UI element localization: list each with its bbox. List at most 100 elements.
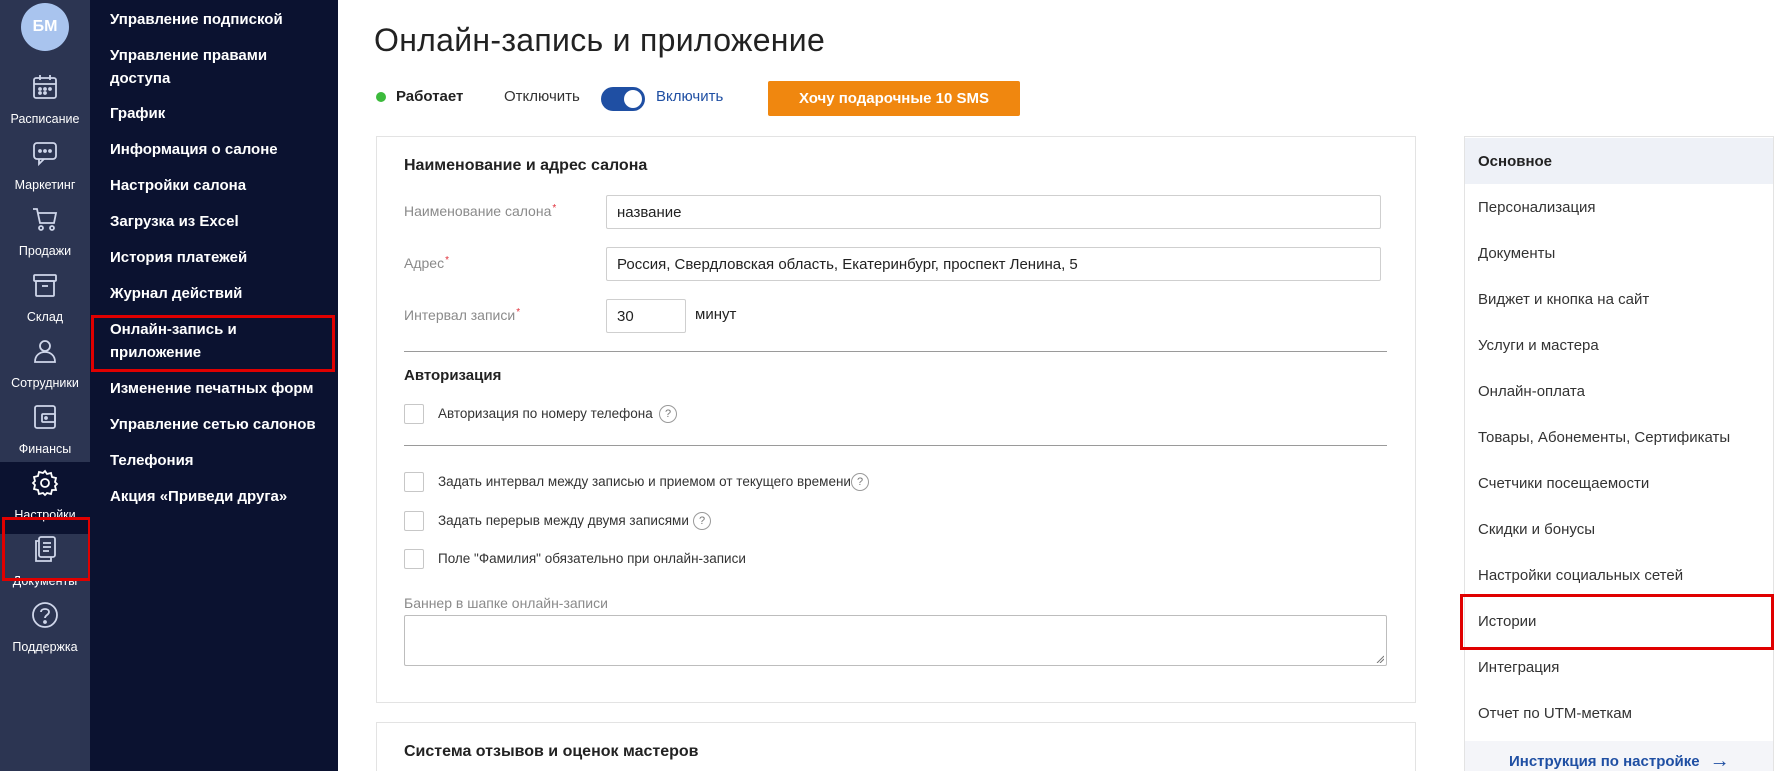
arrow-right-icon: → bbox=[1709, 749, 1730, 771]
documents-icon bbox=[30, 534, 60, 569]
rail-item-documents[interactable]: Документы bbox=[0, 528, 90, 600]
settings-section-nav: Основное Персонализация Документы Виджет… bbox=[1464, 136, 1774, 771]
rail-item-sales[interactable]: Продажи bbox=[0, 198, 90, 270]
resize-handle-icon[interactable] bbox=[1376, 655, 1384, 663]
rail-item-staff[interactable]: Сотрудники bbox=[0, 330, 90, 402]
rail-label: Настройки bbox=[14, 508, 76, 522]
auth-phone-checkbox[interactable] bbox=[404, 404, 424, 424]
section-title-reviews: Система отзывов и оценок мастеров bbox=[404, 743, 699, 760]
rail-label: Сотрудники bbox=[11, 376, 79, 390]
reviews-card: Система отзывов и оценок мастеров bbox=[376, 722, 1416, 771]
rail-label: Документы bbox=[12, 574, 78, 588]
address-input[interactable] bbox=[606, 247, 1381, 281]
required-mark: * bbox=[552, 203, 557, 214]
rail-label: Поддержка bbox=[12, 640, 78, 654]
rnav-item-main[interactable]: Основное bbox=[1465, 138, 1773, 184]
icon-rail: БМ Расписание Маркетинг Продажи Склад Со… bbox=[0, 0, 90, 771]
rail-item-finance[interactable]: Финансы bbox=[0, 396, 90, 468]
help-icon[interactable]: ? bbox=[851, 473, 869, 491]
avatar[interactable]: БМ bbox=[21, 3, 69, 51]
rnav-item-services[interactable]: Услуги и мастера bbox=[1465, 322, 1773, 368]
interval-option-checkbox[interactable] bbox=[404, 472, 424, 492]
auth-phone-label: Авторизация по номеру телефона bbox=[438, 406, 653, 421]
rail-item-schedule[interactable]: Расписание bbox=[0, 66, 90, 138]
rnav-item-documents[interactable]: Документы bbox=[1465, 230, 1773, 276]
booking-toggle[interactable] bbox=[601, 87, 645, 111]
rail-item-support[interactable]: Поддержка bbox=[0, 594, 90, 666]
rail-item-warehouse[interactable]: Склад bbox=[0, 264, 90, 336]
rail-label: Маркетинг bbox=[14, 178, 76, 192]
help-icon bbox=[30, 600, 60, 635]
gear-icon bbox=[30, 468, 60, 503]
box-icon bbox=[30, 270, 60, 305]
setup-guide-link[interactable]: Инструкция по настройке → bbox=[1465, 741, 1773, 771]
auth-title: Авторизация bbox=[404, 367, 502, 384]
rnav-item-social[interactable]: Настройки социальных сетей bbox=[1465, 552, 1773, 598]
rnav-item-widget[interactable]: Виджет и кнопка на сайт bbox=[1465, 276, 1773, 322]
app-root: БМ Расписание Маркетинг Продажи Склад Со… bbox=[0, 0, 1783, 771]
rnav-item-integration[interactable]: Интеграция bbox=[1465, 644, 1773, 690]
rail-label: Финансы bbox=[18, 442, 72, 456]
submenu-item-subscription[interactable]: Управление подпиской bbox=[110, 8, 330, 31]
break-option-label: Задать перерыв между двумя записями bbox=[438, 513, 689, 528]
surname-option-label: Поле "Фамилия" обязательно при онлайн-за… bbox=[438, 551, 746, 566]
rail-item-marketing[interactable]: Маркетинг bbox=[0, 132, 90, 204]
salon-name-label: Наименование салона* bbox=[404, 203, 557, 219]
break-option-checkbox[interactable] bbox=[404, 511, 424, 531]
rnav-item-stories[interactable]: Истории bbox=[1465, 598, 1773, 644]
submenu-item-payment-history[interactable]: История платежей bbox=[110, 246, 330, 269]
submenu-item-print-forms[interactable]: Изменение печатных форм bbox=[110, 377, 330, 400]
submenu-item-referral[interactable]: Акция «Приведи друга» bbox=[110, 485, 330, 508]
submenu-item-online-booking[interactable]: Онлайн-запись и приложение bbox=[110, 318, 330, 364]
interval-label: Интервал записи* bbox=[404, 307, 521, 323]
chat-icon bbox=[30, 138, 60, 173]
disable-label[interactable]: Отключить bbox=[504, 88, 580, 105]
interval-unit: минут bbox=[695, 306, 737, 323]
rail-label: Склад bbox=[26, 310, 64, 324]
rnav-item-counters[interactable]: Счетчики посещаемости bbox=[1465, 460, 1773, 506]
banner-label: Баннер в шапке онлайн-записи bbox=[404, 595, 608, 611]
toggle-knob bbox=[624, 90, 642, 108]
cart-icon bbox=[30, 204, 60, 239]
submenu-item-salon-network[interactable]: Управление сетью салонов bbox=[110, 413, 330, 436]
section-title-name-address: Наименование и адрес салона bbox=[404, 157, 648, 174]
calendar-icon bbox=[30, 72, 60, 107]
status-dot-icon bbox=[376, 92, 386, 102]
rnav-item-goods[interactable]: Товары, Абонементы, Сертификаты bbox=[1465, 414, 1773, 460]
setup-guide-label: Инструкция по настройке bbox=[1509, 752, 1700, 770]
submenu-item-salon-info[interactable]: Информация о салоне bbox=[110, 138, 330, 161]
page-title: Онлайн-запись и приложение bbox=[374, 22, 826, 58]
submenu-item-schedule[interactable]: График bbox=[110, 102, 330, 125]
surname-option-checkbox[interactable] bbox=[404, 549, 424, 569]
required-mark: * bbox=[445, 255, 449, 266]
help-icon[interactable]: ? bbox=[693, 512, 711, 530]
person-icon bbox=[30, 336, 60, 371]
help-icon[interactable]: ? bbox=[659, 405, 677, 423]
gift-sms-button[interactable]: Хочу подарочные 10 SMS bbox=[768, 81, 1020, 116]
submenu-item-salon-settings[interactable]: Настройки салона bbox=[110, 174, 330, 197]
submenu-item-excel-import[interactable]: Загрузка из Excel bbox=[110, 210, 330, 233]
rnav-item-utm-report[interactable]: Отчет по UTM-меткам bbox=[1465, 690, 1773, 736]
interval-input[interactable] bbox=[606, 299, 686, 333]
status-label: Работает bbox=[396, 88, 464, 105]
divider bbox=[404, 351, 1387, 352]
divider bbox=[404, 445, 1387, 446]
rnav-item-online-payment[interactable]: Онлайн-оплата bbox=[1465, 368, 1773, 414]
address-label: Адрес* bbox=[404, 255, 449, 271]
submenu-item-telephony[interactable]: Телефония bbox=[110, 449, 330, 472]
rnav-item-discounts[interactable]: Скидки и бонусы bbox=[1465, 506, 1773, 552]
wallet-icon bbox=[30, 402, 60, 437]
rnav-item-personalization[interactable]: Персонализация bbox=[1465, 184, 1773, 230]
required-mark: * bbox=[516, 307, 521, 318]
rail-label: Продажи bbox=[18, 244, 72, 258]
submenu-item-access-rights[interactable]: Управление правами доступа bbox=[110, 44, 330, 90]
rail-item-settings[interactable]: Настройки bbox=[0, 462, 90, 534]
rail-label: Расписание bbox=[10, 112, 80, 126]
banner-textarea[interactable] bbox=[404, 615, 1387, 666]
settings-submenu: Управление подпиской Управление правами … bbox=[90, 0, 338, 771]
salon-name-input[interactable] bbox=[606, 195, 1381, 229]
submenu-item-activity-log[interactable]: Журнал действий bbox=[110, 282, 330, 305]
interval-option-label: Задать интервал между записью и приемом … bbox=[438, 474, 851, 489]
enable-label[interactable]: Включить bbox=[656, 88, 723, 105]
salon-settings-card: Наименование и адрес салона Наименование… bbox=[376, 136, 1416, 703]
